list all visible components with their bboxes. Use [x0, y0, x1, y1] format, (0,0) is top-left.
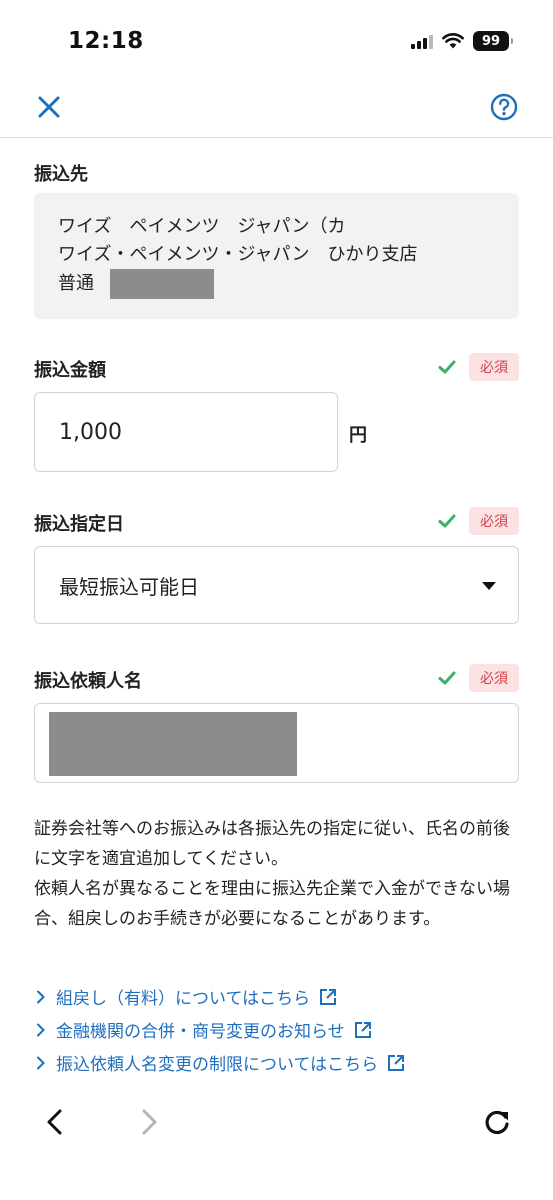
external-link-icon	[320, 988, 337, 1005]
link-reversal-fee[interactable]: 組戻し（有料）についてはこちら	[34, 980, 534, 1013]
payee-account-line: 普通	[58, 269, 495, 299]
status-bar: 12:18 99	[0, 0, 553, 80]
cellular-signal-icon	[411, 33, 433, 49]
info-links: 組戻し（有料）についてはこちら 金融機関の合併・商号変更のお知らせ 振込依頼人名…	[34, 980, 534, 1079]
required-badge: 必須	[469, 507, 519, 535]
masked-requester-name	[49, 712, 297, 776]
payee-bank-branch: ワイズ・ペイメンツ・ジャパン ひかり支店	[58, 244, 418, 265]
account-type: 普通	[58, 273, 94, 294]
status-time: 12:18	[68, 28, 144, 54]
external-link-icon	[388, 1054, 405, 1071]
requester-name-input[interactable]	[34, 703, 519, 783]
chevron-right-icon	[37, 1023, 45, 1036]
link-label: 振込依頼人名変更の制限についてはこちら	[56, 1055, 379, 1075]
wifi-icon	[442, 33, 464, 49]
transfer-date-label: 振込指定日	[34, 514, 124, 535]
check-icon	[438, 671, 456, 685]
forward-arrow-icon[interactable]	[132, 1106, 164, 1138]
masked-account-number	[110, 269, 214, 299]
notice-paragraph-1: 証券会社等へのお振込みは各振込先の指定に従い、氏名の前後に文字を適宜追加してくだ…	[34, 819, 510, 869]
link-label: 金融機関の合併・商号変更のお知らせ	[56, 1022, 345, 1042]
nav-header	[0, 80, 553, 138]
close-icon[interactable]	[34, 92, 64, 122]
back-arrow-icon[interactable]	[40, 1106, 72, 1138]
link-merger-notice[interactable]: 金融機関の合併・商号変更のお知らせ	[34, 1013, 534, 1046]
amount-label: 振込金額	[34, 360, 106, 381]
payee-info-box: ワイズ ペイメンツ ジャパン（カ ワイズ・ペイメンツ・ジャパン ひかり支店 普通	[34, 193, 519, 319]
notice-paragraph-2: 依頼人名が異なることを理由に振込先企業で入金ができない場合、組戻しのお手続きが必…	[34, 879, 510, 929]
payee-label: 振込先	[34, 164, 88, 185]
transfer-date-status: 必須	[437, 507, 519, 535]
required-badge: 必須	[469, 353, 519, 381]
link-label: 組戻し（有料）についてはこちら	[56, 989, 311, 1009]
browser-toolbar	[0, 1090, 553, 1154]
chevron-right-icon	[37, 1056, 45, 1069]
status-indicators: 99	[411, 30, 513, 52]
battery-icon: 99	[473, 31, 513, 51]
reload-icon[interactable]	[481, 1106, 513, 1138]
requester-name-status: 必須	[437, 664, 519, 692]
help-icon[interactable]	[489, 92, 519, 122]
chevron-right-icon	[37, 990, 45, 1003]
dropdown-caret-icon	[482, 582, 496, 590]
check-icon	[438, 514, 456, 528]
amount-status: 必須	[437, 353, 519, 381]
external-link-icon	[354, 1021, 371, 1038]
payee-name-line1: ワイズ ペイメンツ ジャパン（カ	[58, 216, 346, 237]
required-badge: 必須	[469, 664, 519, 692]
transfer-date-value: 最短振込可能日	[59, 574, 199, 599]
amount-input[interactable]: 1,000	[34, 392, 338, 472]
transfer-date-select[interactable]: 最短振込可能日	[34, 546, 519, 624]
notice-text: 証券会社等へのお振込みは各振込先の指定に従い、氏名の前後に文字を適宜追加してくだ…	[34, 814, 524, 934]
requester-name-label: 振込依頼人名	[34, 671, 142, 692]
currency-unit: 円	[349, 425, 367, 446]
link-name-change-limit[interactable]: 振込依頼人名変更の制限についてはこちら	[34, 1046, 534, 1079]
check-icon	[438, 360, 456, 374]
